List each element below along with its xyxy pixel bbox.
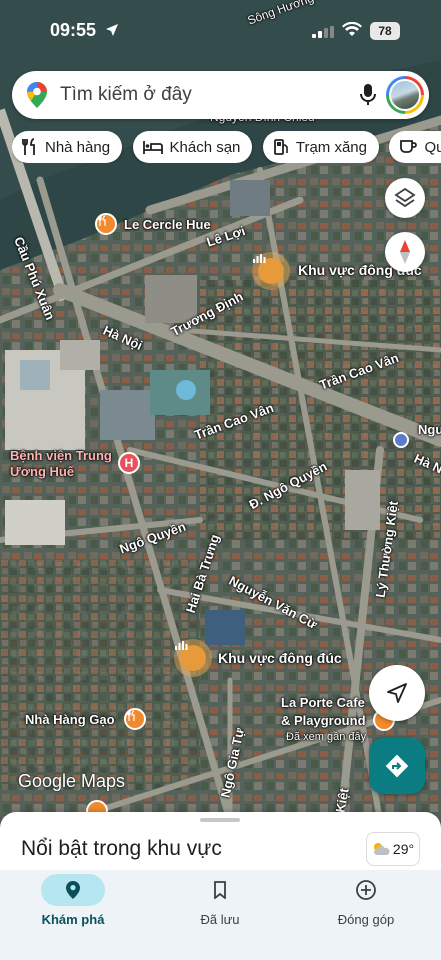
nav-label: Khám phá [41,912,105,927]
search-input[interactable]: Tìm kiếm ở đây [60,84,192,106]
place-label-khu-vuc-2[interactable]: Khu vực đông đúc [218,650,342,666]
category-chips: Nhà hàng Khách sạn Trạm xăng Quán c [12,131,441,163]
chip-label: Quán c [424,138,441,156]
nav-saved[interactable]: Đã lưu [160,874,280,927]
sheet-title: Nổi bật trong khu vực [21,837,222,860]
temperature: 29° [392,841,415,857]
gas-station-icon [273,139,288,155]
hotel-icon [142,141,163,154]
bar-chart-icon [253,254,266,263]
restaurant-pin-gao[interactable] [124,708,146,730]
nav-contribute[interactable]: Đóng góp [306,874,426,927]
place-label-le-cercle[interactable]: Le Cercle Hue [124,217,211,232]
place-label-la-porte[interactable]: La Porte Cafe & Playground [281,694,366,730]
bottom-sheet[interactable]: Nổi bật trong khu vực 29° [0,812,441,872]
fork-knife-icon [98,215,106,226]
compass-button[interactable] [385,232,425,272]
status-time: 09:55 [50,20,97,40]
status-bar: 09:55 78 [0,0,441,60]
nav-label: Đóng góp [337,912,395,927]
place-label-nha-hang-gao[interactable]: Nhà Hàng Gạo [25,712,115,727]
chip-label: Nhà hàng [45,138,111,156]
street-label-ngu: Ngu [418,422,441,437]
crowded-area-pin-1[interactable] [252,252,290,290]
microphone-icon[interactable] [358,83,378,107]
weather-chip[interactable]: 29° [366,832,420,866]
hospital-pin[interactable]: H [118,452,140,474]
hospital-h-icon: H [124,456,134,470]
search-bar[interactable]: Tìm kiếm ở đây [12,71,429,119]
bookmark-icon [214,881,226,899]
sheet-drag-handle[interactable] [200,818,240,822]
layers-icon [394,187,416,208]
bus-stop-icon[interactable] [393,432,409,448]
nav-explore[interactable]: Khám phá [13,874,133,927]
navigation-arrow-icon [387,683,407,703]
google-maps-pin-icon [27,82,47,108]
add-circle-icon [356,880,376,900]
crowded-area-pin-2[interactable] [174,639,212,677]
chip-label: Trạm xăng [295,138,367,156]
chip-restaurants[interactable]: Nhà hàng [12,131,123,163]
restaurant-icon [22,138,35,155]
place-label-benh-vien[interactable]: Bệnh viện Trung Ương Huế [10,448,112,480]
my-location-button[interactable] [369,665,425,721]
chip-gas-stations[interactable]: Trạm xăng [262,131,379,163]
chip-cafes[interactable]: Quán c [389,131,441,163]
compass-icon [400,240,410,264]
bar-chart-icon [175,641,188,650]
nav-label: Đã lưu [200,912,240,927]
explore-pin-icon [66,881,80,899]
location-arrow-icon [106,24,118,36]
cellular-signal-icon [312,26,334,38]
fork-knife-icon [127,710,135,721]
partly-cloudy-icon [373,843,390,855]
account-avatar[interactable] [386,76,424,114]
layers-button[interactable] [385,178,425,218]
chip-label: Khách sạn [169,138,241,156]
google-maps-logo: Google Maps [18,771,126,791]
place-sublabel-la-porte: Đã xem gần đây [286,731,367,743]
directions-button[interactable] [369,738,425,794]
cafe-icon [400,140,418,153]
bottom-navigation: Khám phá Đã lưu Đóng góp [0,870,441,960]
restaurant-pin-le-cercle[interactable] [95,213,117,235]
wifi-icon [342,22,362,36]
battery-indicator: 78 [370,22,400,40]
chip-hotels[interactable]: Khách sạn [132,131,253,163]
directions-icon [385,754,409,778]
